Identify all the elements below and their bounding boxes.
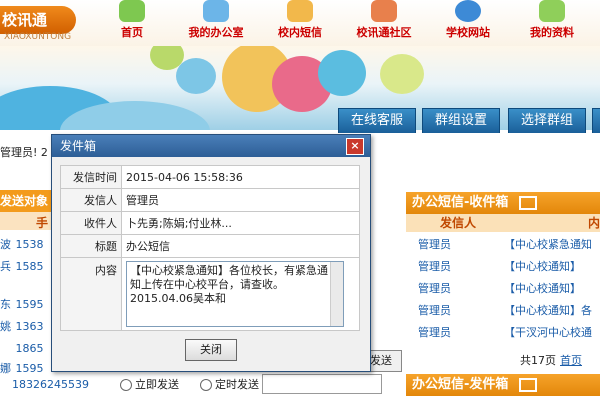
balloon-decoration (318, 50, 366, 96)
ie-icon (455, 0, 481, 22)
detail-row-time: 发信时间 2015-04-06 15:58:36 (60, 165, 360, 189)
table-row[interactable]: 管理员 【干汊河中心校通 (418, 322, 600, 344)
list-item[interactable]: 姚 1363 (0, 316, 54, 338)
column-header-content: 内 (588, 216, 600, 230)
profile-icon (539, 0, 565, 22)
site-logo: 校讯通 (0, 6, 76, 34)
tab-group-settings[interactable]: 群组设置 (422, 108, 500, 133)
field-value: 管理员 (121, 188, 360, 212)
nav-item-label: 我的资料 (530, 26, 574, 39)
send-time-options: 立即发送 定时发送 (120, 376, 259, 392)
send-now-radio[interactable] (120, 379, 132, 391)
message-content-text: 【中心校紧急通知】各位校长，有紧急通知上传在中心校平台，请查收。 2015.04… (130, 264, 328, 305)
table-row[interactable]: 管理员 【中心校紧急通知 (418, 234, 600, 256)
list-item[interactable]: 波 1538 (0, 234, 54, 256)
timed-send-input[interactable] (262, 374, 382, 394)
tab-overflow[interactable] (592, 108, 600, 133)
message-detail-table: 发信时间 2015-04-06 15:58:36 发信人 管理员 收件人 卜先勇… (60, 165, 360, 331)
field-label: 收件人 (60, 211, 122, 235)
nav-item-label: 校讯通社区 (356, 26, 412, 39)
community-icon (371, 0, 397, 22)
detail-row-content: 内容 【中心校紧急通知】各位校长，有紧急通知上传在中心校平台，请查收。 2015… (60, 257, 360, 331)
dialog-title-bar[interactable]: 发件箱 × (52, 135, 370, 157)
nav-item-home[interactable]: 首页 (94, 0, 170, 40)
inbox-pagination: 共17页 首页 (520, 352, 582, 368)
dialog-title: 发件箱 (60, 139, 97, 153)
field-label: 内容 (60, 257, 122, 331)
tab-select-group[interactable]: 选择群组 (508, 108, 586, 133)
field-value: 2015-04-06 15:58:36 (121, 165, 360, 189)
balloon-decoration (380, 54, 424, 94)
home-icon (119, 0, 145, 22)
nav-item-label: 校内短信 (278, 26, 322, 39)
envelope-icon (518, 377, 537, 392)
field-label: 发信人 (60, 188, 122, 212)
list-item[interactable]: 1865 (0, 338, 54, 360)
phone-column-header: 手 (36, 216, 49, 230)
column-header-sender: 发信人 (440, 216, 477, 230)
table-row[interactable]: 管理员 【中心校通知】 (418, 278, 600, 300)
field-value: 办公短信 (121, 234, 360, 258)
balloon-decoration (176, 58, 216, 94)
list-item[interactable]: 东 1595 (0, 294, 54, 316)
send-timed-label: 定时发送 (215, 378, 259, 391)
nav-item-school-site[interactable]: 学校网站 (430, 0, 506, 40)
outbox-detail-dialog: 发件箱 × 发信时间 2015-04-06 15:58:36 发信人 管理员 收… (51, 134, 371, 372)
site-logo-subtext: XIAOXUNTONG (4, 32, 72, 42)
outbox-title: 办公短信-发件箱 (412, 377, 509, 392)
close-button[interactable]: 关闭 (185, 339, 237, 361)
envelope-icon (518, 195, 537, 210)
nav-item-label: 我的办公室 (188, 26, 244, 39)
nav-item-community[interactable]: 校讯通社区 (346, 0, 422, 40)
send-timed-radio[interactable] (200, 379, 212, 391)
field-value: 卜先勇;陈娟;付业林... (121, 211, 360, 235)
send-target-header: 发送对象 (0, 190, 54, 212)
nav-item-office[interactable]: 我的办公室 (178, 0, 254, 40)
sms-icon (287, 0, 313, 22)
page-count: 共17页 (520, 354, 556, 367)
inbox-header: 办公短信-收件箱 (406, 192, 600, 214)
nav-item-label: 学校网站 (446, 26, 490, 39)
field-value: 【中心校紧急通知】各位校长，有紧急通知上传在中心校平台，请查收。 2015.04… (121, 257, 360, 331)
inbox-column-headers: 发信人 内 (406, 214, 600, 232)
message-content-textarea[interactable]: 【中心校紧急通知】各位校长，有紧急通知上传在中心校平台，请查收。 2015.04… (126, 261, 344, 327)
welcome-text: 管理员! 2 (0, 146, 48, 159)
office-icon (203, 0, 229, 22)
detail-row-sender: 发信人 管理员 (60, 188, 360, 212)
content-scrollbar[interactable] (330, 262, 343, 326)
nav-item-label: 首页 (121, 26, 143, 39)
nav-item-sms[interactable]: 校内短信 (262, 0, 338, 40)
phone-number[interactable]: 18326245539 (12, 378, 89, 391)
first-page-link[interactable]: 首页 (560, 354, 582, 367)
close-icon[interactable]: × (346, 138, 364, 155)
nav-item-profile[interactable]: 我的资料 (514, 0, 590, 40)
field-label: 标题 (60, 234, 122, 258)
outbox-header: 办公短信-发件箱 (406, 374, 600, 396)
table-row[interactable]: 管理员 【中心校通知】各 (418, 300, 600, 322)
list-item[interactable]: 娜 1595 (0, 358, 54, 380)
top-navigation-bar: 校讯通 XIAOXUNTONG 首页 我的办公室 校内短信 校讯通社区 学校网站… (0, 0, 600, 46)
send-target-subheader: 手 (0, 212, 54, 230)
list-item[interactable]: 兵 1585 (0, 256, 54, 278)
table-row[interactable]: 管理员 【中心校通知】 (418, 256, 600, 278)
detail-row-subject: 标题 办公短信 (60, 234, 360, 258)
field-label: 发信时间 (60, 165, 122, 189)
inbox-title: 办公短信-收件箱 (412, 195, 509, 210)
tab-online-service[interactable]: 在线客服 (338, 108, 416, 133)
detail-row-recipients: 收件人 卜先勇;陈娟;付业林... (60, 211, 360, 235)
send-now-label: 立即发送 (135, 378, 179, 391)
